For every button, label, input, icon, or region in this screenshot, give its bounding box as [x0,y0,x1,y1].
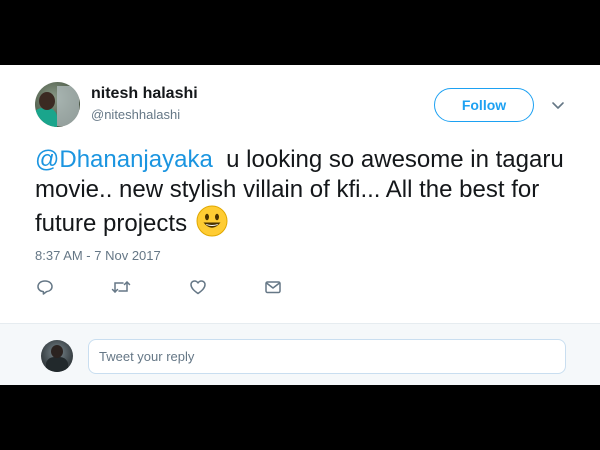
tweet: nitesh halashi @niteshhalashi Follow @Dh… [0,65,600,323]
direct-message-icon[interactable] [263,277,283,297]
author-handle[interactable]: @niteshhalashi [91,107,180,122]
author-avatar[interactable] [35,82,80,127]
tweet-embed-card: nitesh halashi @niteshhalashi Follow @Dh… [0,65,600,385]
smiling-face-emoji-icon [196,205,228,237]
reply-composer [0,324,600,385]
avatar-shirt [35,108,57,127]
mention-link[interactable]: @Dhananjayaka [35,146,213,173]
like-icon[interactable] [188,277,208,297]
retweet-icon[interactable] [111,277,131,297]
reply-icon[interactable] [35,277,55,297]
current-user-avatar [41,340,73,372]
follow-button[interactable]: Follow [434,88,534,122]
author-display-name[interactable]: nitesh halashi [91,85,198,103]
avatar-body [46,357,68,372]
tweet-text: @Dhananjayaka u looking so awesome in ta… [35,145,575,239]
avatar-head [39,92,55,110]
avatar-background [57,86,79,126]
reply-input[interactable] [88,339,566,374]
chevron-down-icon[interactable] [551,98,565,112]
avatar-head [51,345,63,358]
tweet-timestamp[interactable]: 8:37 AM - 7 Nov 2017 [35,248,161,263]
